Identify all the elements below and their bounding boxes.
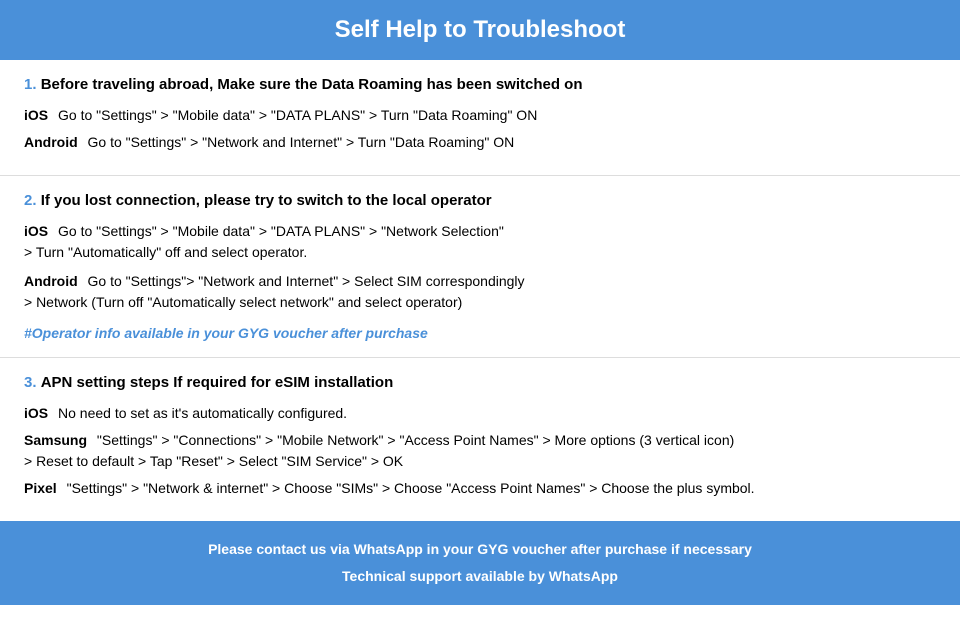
platform-android-1: Android (24, 134, 78, 150)
section-2-highlight: #Operator info available in your GYG vou… (24, 325, 936, 341)
section-3-row-samsung: Samsung "Settings" > "Connections" > "Mo… (24, 430, 936, 472)
section-1-android-text: Go to "Settings" > "Network and Internet… (88, 134, 515, 150)
page-title: Self Help to Troubleshoot (20, 16, 940, 44)
section-3: 3. APN setting steps If required for eSI… (0, 358, 960, 521)
footer-line2: Technical support available by WhatsApp (20, 566, 940, 587)
platform-samsung: Samsung (24, 432, 87, 448)
section-1: 1. Before traveling abroad, Make sure th… (0, 60, 960, 176)
section-3-pixel-text: "Settings" > "Network & internet" > Choo… (67, 480, 755, 496)
section-2-number: 2. (24, 192, 37, 209)
section-3-header: 3. APN setting steps If required for eSI… (24, 374, 936, 391)
section-2-row-android: Android Go to "Settings"> "Network and I… (24, 271, 936, 313)
platform-ios-1: iOS (24, 107, 48, 123)
section-2-header: 2. If you lost connection, please try to… (24, 192, 936, 209)
section-2-ios-text: Go to "Settings" > "Mobile data" > "DATA… (24, 223, 504, 260)
page-header: Self Help to Troubleshoot (0, 0, 960, 60)
section-1-header: 1. Before traveling abroad, Make sure th… (24, 76, 936, 93)
section-2-android-text: Go to "Settings"> "Network and Internet"… (24, 273, 525, 310)
platform-ios-2: iOS (24, 223, 48, 239)
section-3-number: 3. (24, 374, 37, 391)
page-footer: Please contact us via WhatsApp in your G… (0, 521, 960, 605)
section-1-title: Before traveling abroad, Make sure the D… (41, 76, 583, 93)
section-1-ios-text: Go to "Settings" > "Mobile data" > "DATA… (58, 107, 537, 123)
section-1-row-android: Android Go to "Settings" > "Network and … (24, 132, 936, 153)
section-3-row-pixel: Pixel "Settings" > "Network & internet" … (24, 478, 936, 499)
section-1-number: 1. (24, 76, 37, 93)
platform-pixel: Pixel (24, 480, 57, 496)
section-3-ios-text: No need to set as it's automatically con… (58, 405, 347, 421)
footer-line1: Please contact us via WhatsApp in your G… (20, 539, 940, 560)
platform-ios-3: iOS (24, 405, 48, 421)
platform-android-2: Android (24, 273, 78, 289)
section-2-title: If you lost connection, please try to sw… (41, 192, 492, 209)
section-2: 2. If you lost connection, please try to… (0, 176, 960, 358)
section-3-row-ios: iOS No need to set as it's automatically… (24, 403, 936, 424)
section-1-row-ios: iOS Go to "Settings" > "Mobile data" > "… (24, 105, 936, 126)
section-2-row-ios: iOS Go to "Settings" > "Mobile data" > "… (24, 221, 936, 263)
main-content: 1. Before traveling abroad, Make sure th… (0, 60, 960, 521)
section-3-samsung-text: "Settings" > "Connections" > "Mobile Net… (24, 432, 734, 469)
section-3-title: APN setting steps If required for eSIM i… (41, 374, 394, 391)
